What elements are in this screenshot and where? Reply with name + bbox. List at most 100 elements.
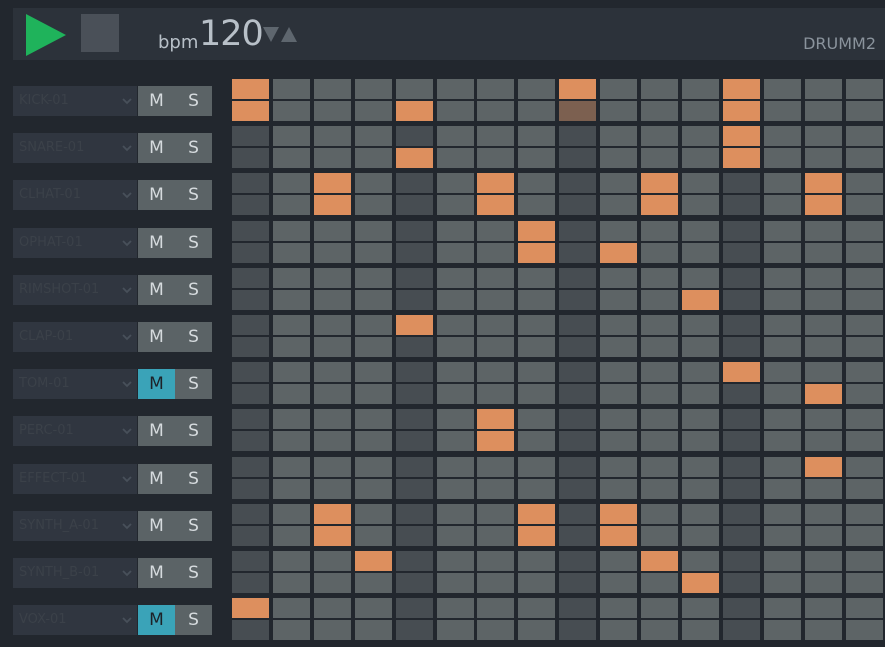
step-cell[interactable] [641,148,678,168]
step-cell[interactable] [805,315,842,335]
step-cell[interactable] [682,195,719,215]
step-cell[interactable] [723,337,760,357]
step-cell[interactable] [518,243,555,263]
step-cell[interactable] [723,173,760,193]
step-cell[interactable] [641,337,678,357]
step-cell[interactable] [232,598,269,618]
step-cell[interactable] [314,598,351,618]
step-cell[interactable] [682,362,719,382]
step-cell[interactable] [273,126,310,146]
step-cell[interactable] [273,173,310,193]
step-cell[interactable] [682,526,719,546]
step-cell[interactable] [396,384,433,404]
step-cell[interactable] [559,504,596,524]
step-cell[interactable] [314,573,351,593]
step-cell[interactable] [600,526,637,546]
step-cell[interactable] [641,409,678,429]
step-cell[interactable] [846,268,883,288]
step-cell[interactable] [477,148,514,168]
step-cell[interactable] [764,148,801,168]
step-cell[interactable] [764,504,801,524]
step-cell[interactable] [805,598,842,618]
step-cell[interactable] [805,173,842,193]
step-cell[interactable] [805,551,842,571]
step-cell[interactable] [600,551,637,571]
bpm-down-button[interactable] [261,24,281,44]
step-cell[interactable] [600,337,637,357]
step-cell[interactable] [600,409,637,429]
step-cell[interactable] [437,504,474,524]
step-cell[interactable] [723,126,760,146]
step-cell[interactable] [600,243,637,263]
instrument-select[interactable]: OPHAT-01 [13,228,137,258]
step-cell[interactable] [846,598,883,618]
step-cell[interactable] [846,243,883,263]
step-cell[interactable] [477,243,514,263]
step-cell[interactable] [314,409,351,429]
step-cell[interactable] [600,126,637,146]
step-cell[interactable] [477,362,514,382]
step-cell[interactable] [723,195,760,215]
step-cell[interactable] [846,526,883,546]
step-cell[interactable] [682,598,719,618]
step-cell[interactable] [314,243,351,263]
step-cell[interactable] [559,598,596,618]
step-cell[interactable] [477,79,514,99]
step-cell[interactable] [723,598,760,618]
step-cell[interactable] [641,573,678,593]
step-cell[interactable] [559,526,596,546]
step-cell[interactable] [518,126,555,146]
step-cell[interactable] [723,79,760,99]
step-cell[interactable] [559,384,596,404]
step-cell[interactable] [723,620,760,640]
step-cell[interactable] [232,479,269,499]
step-cell[interactable] [232,431,269,451]
step-cell[interactable] [641,315,678,335]
step-cell[interactable] [682,290,719,310]
step-cell[interactable] [764,409,801,429]
mute-button[interactable]: M [138,416,175,446]
step-cell[interactable] [682,457,719,477]
solo-button[interactable]: S [175,86,212,116]
step-cell[interactable] [437,479,474,499]
step-cell[interactable] [314,290,351,310]
step-cell[interactable] [477,101,514,121]
step-cell[interactable] [396,195,433,215]
step-cell[interactable] [355,173,392,193]
step-cell[interactable] [846,431,883,451]
step-cell[interactable] [805,362,842,382]
step-cell[interactable] [355,504,392,524]
step-cell[interactable] [641,268,678,288]
step-cell[interactable] [314,126,351,146]
step-cell[interactable] [641,243,678,263]
step-cell[interactable] [846,551,883,571]
step-cell[interactable] [396,551,433,571]
step-cell[interactable] [764,551,801,571]
step-cell[interactable] [723,148,760,168]
step-cell[interactable] [396,126,433,146]
step-cell[interactable] [396,148,433,168]
step-cell[interactable] [477,457,514,477]
step-cell[interactable] [314,384,351,404]
step-cell[interactable] [273,526,310,546]
step-cell[interactable] [641,457,678,477]
step-cell[interactable] [314,315,351,335]
step-cell[interactable] [273,290,310,310]
step-cell[interactable] [273,221,310,241]
step-cell[interactable] [518,195,555,215]
step-cell[interactable] [355,268,392,288]
step-cell[interactable] [437,126,474,146]
step-cell[interactable] [355,620,392,640]
step-cell[interactable] [723,101,760,121]
step-cell[interactable] [805,409,842,429]
step-cell[interactable] [682,243,719,263]
step-cell[interactable] [477,268,514,288]
step-cell[interactable] [314,457,351,477]
step-cell[interactable] [723,504,760,524]
mute-button[interactable]: M [138,133,175,163]
solo-button[interactable]: S [175,558,212,588]
step-cell[interactable] [559,195,596,215]
step-cell[interactable] [764,221,801,241]
step-cell[interactable] [518,362,555,382]
step-cell[interactable] [273,315,310,335]
